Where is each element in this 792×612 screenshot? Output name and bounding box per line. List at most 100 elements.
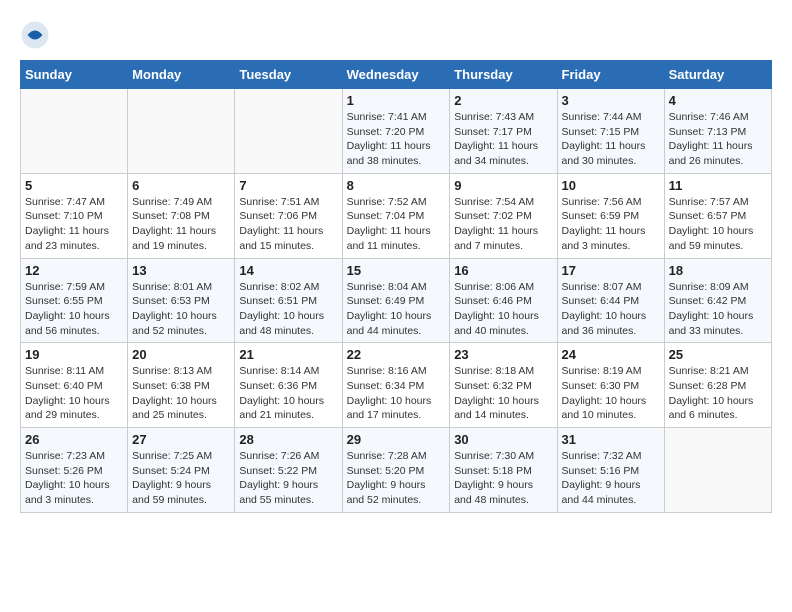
calendar-week-row: 26 Sunrise: 7:23 AM Sunset: 5:26 PM Dayli… [21,428,772,513]
calendar-cell: 18 Sunrise: 8:09 AM Sunset: 6:42 PM Dayli… [664,258,771,343]
day-info: Sunrise: 7:28 AM Sunset: 5:20 PM Dayligh… [347,449,446,508]
calendar-cell: 19 Sunrise: 8:11 AM Sunset: 6:40 PM Dayli… [21,343,128,428]
weekday-header-saturday: Saturday [664,61,771,89]
day-number: 18 [669,263,767,278]
calendar-cell: 20 Sunrise: 8:13 AM Sunset: 6:38 PM Dayli… [128,343,235,428]
calendar-cell: 29 Sunrise: 7:28 AM Sunset: 5:20 PM Dayli… [342,428,450,513]
day-number: 21 [239,347,337,362]
calendar-table: SundayMondayTuesdayWednesdayThursdayFrid… [20,60,772,513]
calendar-week-row: 12 Sunrise: 7:59 AM Sunset: 6:55 PM Dayli… [21,258,772,343]
day-info: Sunrise: 8:19 AM Sunset: 6:30 PM Dayligh… [562,364,660,423]
weekday-header-tuesday: Tuesday [235,61,342,89]
calendar-cell: 6 Sunrise: 7:49 AM Sunset: 7:08 PM Daylig… [128,173,235,258]
calendar-cell: 17 Sunrise: 8:07 AM Sunset: 6:44 PM Dayli… [557,258,664,343]
day-info: Sunrise: 7:30 AM Sunset: 5:18 PM Dayligh… [454,449,552,508]
day-info: Sunrise: 7:26 AM Sunset: 5:22 PM Dayligh… [239,449,337,508]
day-number: 12 [25,263,123,278]
calendar-week-row: 19 Sunrise: 8:11 AM Sunset: 6:40 PM Dayli… [21,343,772,428]
day-info: Sunrise: 7:59 AM Sunset: 6:55 PM Dayligh… [25,280,123,339]
day-info: Sunrise: 7:54 AM Sunset: 7:02 PM Dayligh… [454,195,552,254]
calendar-cell: 1 Sunrise: 7:41 AM Sunset: 7:20 PM Daylig… [342,89,450,174]
day-number: 3 [562,93,660,108]
day-info: Sunrise: 7:56 AM Sunset: 6:59 PM Dayligh… [562,195,660,254]
day-info: Sunrise: 8:09 AM Sunset: 6:42 PM Dayligh… [669,280,767,339]
weekday-header-friday: Friday [557,61,664,89]
day-number: 24 [562,347,660,362]
calendar-cell: 25Sunrise: 8:21 AM Sunset: 6:28 PM Dayli… [664,343,771,428]
day-info: Sunrise: 7:25 AM Sunset: 5:24 PM Dayligh… [132,449,230,508]
day-info: Sunrise: 7:23 AM Sunset: 5:26 PM Dayligh… [25,449,123,508]
calendar-cell: 11 Sunrise: 7:57 AM Sunset: 6:57 PM Dayli… [664,173,771,258]
day-info: Sunrise: 7:44 AM Sunset: 7:15 PM Dayligh… [562,110,660,169]
day-number: 14 [239,263,337,278]
day-number: 23 [454,347,552,362]
calendar-cell: 5 Sunrise: 7:47 AM Sunset: 7:10 PM Daylig… [21,173,128,258]
weekday-header-row: SundayMondayTuesdayWednesdayThursdayFrid… [21,61,772,89]
calendar-cell [235,89,342,174]
day-info: Sunrise: 8:14 AM Sunset: 6:36 PM Dayligh… [239,364,337,423]
day-info: Sunrise: 8:13 AM Sunset: 6:38 PM Dayligh… [132,364,230,423]
calendar-cell: 28 Sunrise: 7:26 AM Sunset: 5:22 PM Dayli… [235,428,342,513]
day-number: 28 [239,432,337,447]
calendar-cell: 21 Sunrise: 8:14 AM Sunset: 6:36 PM Dayli… [235,343,342,428]
calendar-cell: 24 Sunrise: 8:19 AM Sunset: 6:30 PM Dayli… [557,343,664,428]
day-number: 19 [25,347,123,362]
day-info: Sunrise: 8:01 AM Sunset: 6:53 PM Dayligh… [132,280,230,339]
day-number: 4 [669,93,767,108]
calendar-cell: 31 Sunrise: 7:32 AM Sunset: 5:16 PM Dayli… [557,428,664,513]
day-info: Sunrise: 7:49 AM Sunset: 7:08 PM Dayligh… [132,195,230,254]
day-number: 26 [25,432,123,447]
day-number: 22 [347,347,446,362]
calendar-week-row: 5 Sunrise: 7:47 AM Sunset: 7:10 PM Daylig… [21,173,772,258]
calendar-cell: 27 Sunrise: 7:25 AM Sunset: 5:24 PM Dayli… [128,428,235,513]
calendar-cell: 9 Sunrise: 7:54 AM Sunset: 7:02 PM Daylig… [450,173,557,258]
day-number: 17 [562,263,660,278]
day-info: Sunrise: 8:07 AM Sunset: 6:44 PM Dayligh… [562,280,660,339]
day-info: Sunrise: 8:16 AM Sunset: 6:34 PM Dayligh… [347,364,446,423]
day-number: 29 [347,432,446,447]
calendar-cell: 26 Sunrise: 7:23 AM Sunset: 5:26 PM Dayli… [21,428,128,513]
calendar-cell: 22 Sunrise: 8:16 AM Sunset: 6:34 PM Dayli… [342,343,450,428]
logo-icon [20,20,50,50]
calendar-week-row: 1 Sunrise: 7:41 AM Sunset: 7:20 PM Daylig… [21,89,772,174]
weekday-header-monday: Monday [128,61,235,89]
calendar-cell [664,428,771,513]
day-info: Sunrise: 7:41 AM Sunset: 7:20 PM Dayligh… [347,110,446,169]
day-number: 10 [562,178,660,193]
day-number: 7 [239,178,337,193]
day-info: Sunrise: 7:57 AM Sunset: 6:57 PM Dayligh… [669,195,767,254]
day-number: 27 [132,432,230,447]
day-number: 16 [454,263,552,278]
day-number: 1 [347,93,446,108]
day-number: 13 [132,263,230,278]
calendar-cell: 15Sunrise: 8:04 AM Sunset: 6:49 PM Dayli… [342,258,450,343]
logo [20,20,54,50]
day-number: 30 [454,432,552,447]
day-number: 8 [347,178,446,193]
calendar-cell: 2 Sunrise: 7:43 AM Sunset: 7:17 PM Daylig… [450,89,557,174]
page-header [20,20,772,50]
calendar-cell: 30 Sunrise: 7:30 AM Sunset: 5:18 PM Dayli… [450,428,557,513]
day-info: Sunrise: 8:04 AM Sunset: 6:49 PM Dayligh… [347,280,446,339]
day-info: Sunrise: 7:43 AM Sunset: 7:17 PM Dayligh… [454,110,552,169]
day-info: Sunrise: 7:47 AM Sunset: 7:10 PM Dayligh… [25,195,123,254]
day-number: 31 [562,432,660,447]
day-info: Sunrise: 7:46 AM Sunset: 7:13 PM Dayligh… [669,110,767,169]
day-info: Sunrise: 7:52 AM Sunset: 7:04 PM Dayligh… [347,195,446,254]
calendar-cell: 14Sunrise: 8:02 AM Sunset: 6:51 PM Dayli… [235,258,342,343]
calendar-cell: 23Sunrise: 8:18 AM Sunset: 6:32 PM Dayli… [450,343,557,428]
calendar-cell: 7 Sunrise: 7:51 AM Sunset: 7:06 PM Daylig… [235,173,342,258]
day-info: Sunrise: 7:32 AM Sunset: 5:16 PM Dayligh… [562,449,660,508]
calendar-cell [128,89,235,174]
day-number: 11 [669,178,767,193]
day-number: 9 [454,178,552,193]
calendar-cell: 16Sunrise: 8:06 AM Sunset: 6:46 PM Dayli… [450,258,557,343]
day-number: 5 [25,178,123,193]
day-info: Sunrise: 8:11 AM Sunset: 6:40 PM Dayligh… [25,364,123,423]
day-number: 20 [132,347,230,362]
weekday-header-thursday: Thursday [450,61,557,89]
day-info: Sunrise: 7:51 AM Sunset: 7:06 PM Dayligh… [239,195,337,254]
day-number: 2 [454,93,552,108]
day-info: Sunrise: 8:21 AM Sunset: 6:28 PM Dayligh… [669,364,767,423]
day-number: 6 [132,178,230,193]
